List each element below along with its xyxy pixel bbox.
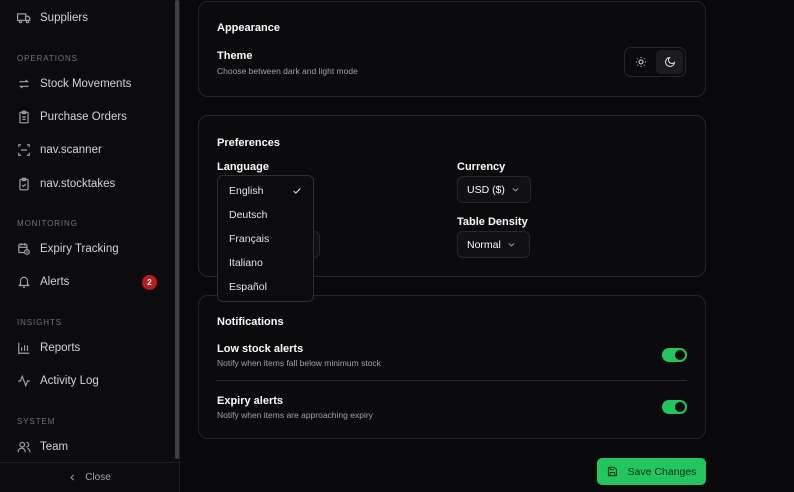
preferences-title: Preferences [217, 137, 280, 149]
sidebar-item-reports[interactable]: Reports [17, 337, 167, 359]
language-option-espanol[interactable]: Español [221, 275, 310, 299]
close-label: Close [85, 472, 111, 483]
language-label: Language [217, 161, 269, 173]
section-label-insights: INSIGHTS [17, 318, 62, 327]
sidebar-item-label: Stock Movements [40, 78, 132, 90]
option-label: Italiano [229, 257, 263, 269]
activity-icon [18, 374, 30, 388]
density-value: Normal [467, 238, 501, 251]
sidebar-item-team[interactable]: Team [17, 436, 167, 458]
theme-description: Choose between dark and light mode [217, 66, 358, 76]
sidebar-item-label: Expiry Tracking [40, 243, 119, 255]
language-option-italiano[interactable]: Italiano [221, 251, 310, 275]
sidebar-item-label: Team [40, 441, 69, 453]
option-label: Español [229, 281, 267, 293]
sidebar-item-label: Suppliers [40, 12, 88, 24]
toggle-knob [675, 350, 685, 360]
calendar-clock-icon [18, 243, 30, 255]
save-changes-button[interactable]: Save Changes [597, 458, 706, 485]
dark-theme-button[interactable] [656, 50, 683, 74]
toggle-knob [675, 402, 685, 412]
sidebar-scrollbar[interactable] [175, 0, 179, 459]
clipboard-check-icon [19, 177, 29, 191]
moon-icon [664, 56, 675, 67]
light-theme-button[interactable] [627, 50, 654, 74]
language-option-english[interactable]: English [221, 179, 310, 203]
sidebar-item-stock-movements[interactable]: Stock Movements [17, 73, 167, 95]
section-label-monitoring: MONITORING [17, 219, 78, 228]
sidebar-item-label: Alerts [40, 276, 70, 288]
expiry-toggle[interactable] [662, 400, 687, 414]
alerts-count-badge: 2 [142, 275, 157, 290]
scan-icon [18, 144, 30, 156]
currency-value: USD ($) [467, 183, 505, 196]
language-dropdown: English Deutsch Français Italiano Españo… [217, 175, 314, 302]
chevron-down-icon [508, 243, 515, 247]
option-label: English [229, 185, 264, 197]
sidebar-item-scanner[interactable]: nav.scanner [17, 139, 167, 161]
notifications-title: Notifications [217, 316, 284, 328]
appearance-title: Appearance [217, 22, 280, 34]
sidebar-item-suppliers[interactable]: Suppliers [17, 7, 167, 29]
sidebar-close-button[interactable]: Close [0, 462, 179, 492]
expiry-description: Notify when items are approaching expiry [217, 410, 373, 420]
low-stock-toggle[interactable] [662, 348, 687, 362]
clipboard-icon [19, 110, 29, 124]
chevron-left-icon [70, 474, 75, 481]
sun-icon [635, 57, 646, 67]
sidebar-item-label: nav.scanner [40, 144, 102, 156]
section-label-system: SYSTEM [17, 417, 56, 426]
sidebar-item-expiry-tracking[interactable]: Expiry Tracking [17, 238, 167, 260]
sidebar-item-label: Activity Log [40, 375, 99, 387]
language-option-deutsch[interactable]: Deutsch [221, 203, 310, 227]
bell-icon [17, 276, 31, 288]
users-icon [17, 441, 31, 453]
save-icon [607, 466, 617, 477]
arrows-icon [19, 79, 29, 89]
expiry-label: Expiry alerts [217, 395, 284, 407]
sidebar-item-label: Reports [40, 342, 81, 354]
sidebar-item-label: Purchase Orders [40, 111, 127, 123]
theme-label: Theme [217, 50, 253, 62]
language-option-francais[interactable]: Français [221, 227, 310, 251]
chevron-down-icon [512, 188, 519, 192]
density-label: Table Density [457, 216, 528, 228]
divider [216, 380, 687, 381]
low-stock-label: Low stock alerts [217, 343, 304, 355]
density-select[interactable]: Normal [457, 231, 530, 258]
theme-toggle [624, 47, 686, 77]
bar-chart-icon [18, 342, 30, 354]
option-label: Français [229, 233, 270, 245]
currency-select[interactable]: USD ($) [457, 176, 531, 203]
option-label: Deutsch [229, 209, 268, 221]
section-label-operations: OPERATIONS [17, 54, 78, 63]
sidebar-item-purchase-orders[interactable]: Purchase Orders [17, 106, 167, 128]
currency-label: Currency [457, 161, 506, 173]
sidebar-item-activity-log[interactable]: Activity Log [17, 370, 167, 392]
sidebar: Suppliers OPERATIONS Stock Movements Pur… [0, 0, 180, 492]
sidebar-item-stocktakes[interactable]: nav.stocktakes [17, 173, 167, 195]
truck-icon [17, 13, 31, 24]
check-icon [293, 188, 301, 194]
low-stock-description: Notify when items fall below minimum sto… [217, 358, 381, 368]
sidebar-item-label: nav.stocktakes [40, 178, 116, 190]
save-label: Save Changes [627, 465, 697, 478]
